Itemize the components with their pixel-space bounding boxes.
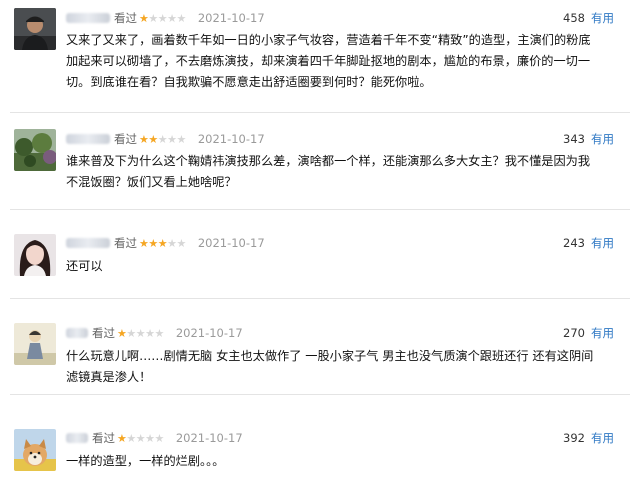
useful-button[interactable]: 有用 bbox=[591, 10, 614, 26]
username-blurred[interactable] bbox=[66, 433, 88, 443]
review-date: 2021-10-17 bbox=[197, 132, 265, 146]
username-blurred[interactable] bbox=[66, 328, 88, 338]
vote-area: 243 有用 bbox=[563, 234, 614, 252]
review-meta: 看过 ★★★★★ 2021-10-17 bbox=[66, 429, 243, 447]
review-content: 什么玩意儿啊……剧情无脑 女主也太做作了 一股小家子气 男主也没气质演个跟班还行… bbox=[66, 349, 594, 384]
username-blurred[interactable] bbox=[66, 238, 110, 248]
user-avatar[interactable] bbox=[14, 129, 56, 171]
username-blurred[interactable] bbox=[66, 134, 110, 144]
rating-stars: ★★★★★ bbox=[139, 11, 186, 25]
review-item: 看过 ★★★★★ 2021-10-17 343 有用 谁来普及下为什么这个鞠婧祎… bbox=[0, 113, 640, 209]
review-item: 看过 ★★★★★ 2021-10-17 458 有用 又来了又来了，画着数千年如… bbox=[0, 0, 640, 112]
review-content: 还可以 bbox=[66, 259, 103, 273]
review-content: 又来了又来了，画着数千年如一日的小家子气妆容，营造着千年不变“精致”的造型，主演… bbox=[66, 33, 591, 89]
useful-count: 243 bbox=[563, 236, 585, 250]
review-date: 2021-10-17 bbox=[175, 431, 243, 445]
watched-label: 看过 bbox=[92, 431, 115, 445]
review-content: 谁来普及下为什么这个鞠婧祎演技那么差，演啥都一个样，还能演那么多大女主？我不懂是… bbox=[66, 154, 591, 189]
review-list: 看过 ★★★★★ 2021-10-17 458 有用 又来了又来了，画着数千年如… bbox=[0, 0, 640, 481]
review-meta: 看过 ★★★★★ 2021-10-17 bbox=[66, 324, 243, 342]
review-meta: 看过 ★★★★★ 2021-10-17 bbox=[66, 130, 265, 148]
vote-area: 343 有用 bbox=[563, 130, 614, 148]
review-date: 2021-10-17 bbox=[197, 236, 265, 250]
useful-count: 392 bbox=[563, 431, 585, 445]
review-item: 看过 ★★★★★ 2021-10-17 270 有用 什么玩意儿啊……剧情无脑 … bbox=[0, 299, 640, 394]
useful-button[interactable]: 有用 bbox=[591, 325, 614, 341]
vote-area: 458 有用 bbox=[563, 9, 614, 27]
woman-avatar-icon bbox=[14, 234, 56, 276]
review-item: 看过 ★★★★★ 2021-10-17 392 有用 一样的造型，一样的烂剧。。… bbox=[0, 395, 640, 481]
dog-avatar-icon bbox=[14, 429, 56, 471]
user-avatar[interactable] bbox=[14, 8, 56, 50]
man-avatar-icon bbox=[14, 8, 56, 50]
review-date: 2021-10-17 bbox=[175, 326, 243, 340]
review-meta: 看过 ★★★★★ 2021-10-17 bbox=[66, 9, 265, 27]
review-date: 2021-10-17 bbox=[197, 11, 265, 25]
rating-stars: ★★★★★ bbox=[139, 236, 186, 250]
useful-count: 270 bbox=[563, 326, 585, 340]
user-avatar[interactable] bbox=[14, 429, 56, 471]
useful-button[interactable]: 有用 bbox=[591, 235, 614, 251]
watched-label: 看过 bbox=[92, 326, 115, 340]
illustration-avatar-icon bbox=[14, 323, 56, 365]
rating-stars: ★★★★★ bbox=[117, 326, 164, 340]
review-item: 看过 ★★★★★ 2021-10-17 243 有用 还可以 bbox=[0, 210, 640, 298]
vote-area: 270 有用 bbox=[563, 324, 614, 342]
rating-stars: ★★★★★ bbox=[139, 132, 186, 146]
useful-button[interactable]: 有用 bbox=[591, 430, 614, 446]
watched-label: 看过 bbox=[114, 11, 137, 25]
useful-count: 343 bbox=[563, 132, 585, 146]
watched-label: 看过 bbox=[114, 132, 137, 146]
vote-area: 392 有用 bbox=[563, 429, 614, 447]
user-avatar[interactable] bbox=[14, 234, 56, 276]
useful-button[interactable]: 有用 bbox=[591, 131, 614, 147]
review-meta: 看过 ★★★★★ 2021-10-17 bbox=[66, 234, 265, 252]
garden-avatar-icon bbox=[14, 129, 56, 171]
user-avatar[interactable] bbox=[14, 323, 56, 365]
rating-stars: ★★★★★ bbox=[117, 431, 164, 445]
watched-label: 看过 bbox=[114, 236, 137, 250]
useful-count: 458 bbox=[563, 11, 585, 25]
username-blurred[interactable] bbox=[66, 13, 110, 23]
review-content: 一样的造型，一样的烂剧。。。 bbox=[66, 454, 225, 468]
